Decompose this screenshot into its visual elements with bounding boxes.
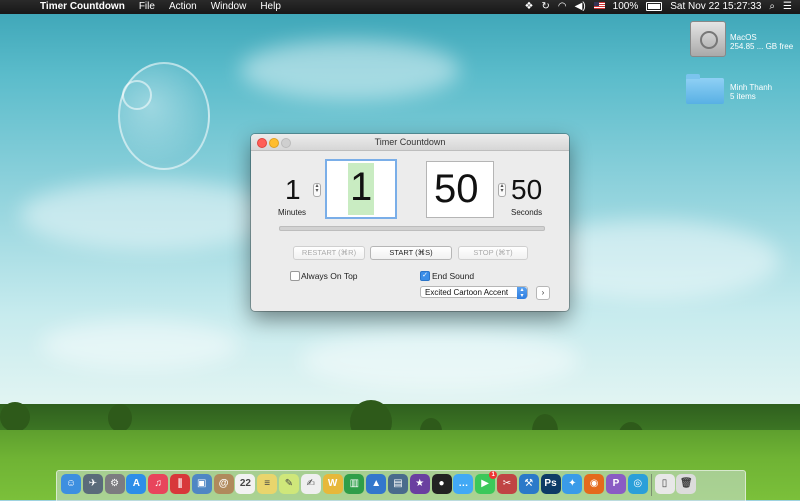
wifi-icon[interactable]: ◠	[558, 0, 567, 14]
contacts-icon[interactable]: @	[213, 474, 234, 494]
firefox-icon[interactable]: ◉	[584, 474, 605, 494]
menu-bar: Timer Countdown File Action Window Help …	[0, 0, 800, 14]
menu-window[interactable]: Window	[211, 0, 247, 14]
messages-icon[interactable]: …	[453, 474, 474, 494]
play-sound-button[interactable]: ›	[536, 286, 550, 300]
menu-app-name[interactable]: Timer Countdown	[40, 0, 125, 14]
minimize-window-button[interactable]	[269, 138, 279, 148]
dropbox-icon[interactable]: ❖	[525, 0, 534, 14]
podcast-icon[interactable]: P	[605, 474, 626, 494]
close-window-button[interactable]	[257, 138, 267, 148]
calendar-icon[interactable]: 22	[235, 474, 256, 494]
facetime-icon[interactable]: ▶ 1	[475, 471, 498, 494]
system-preferences-icon[interactable]: ⚙	[104, 474, 125, 494]
menu-file[interactable]: File	[139, 0, 155, 14]
sync-icon[interactable]: ↻	[542, 0, 550, 14]
preview-icon[interactable]: ▣	[191, 474, 212, 494]
dock: ☺ ✈ ⚙ A ♫ ∥ ▣ @22 ≡ ✎ ✍ W ▥ ▲ ▤ ★ ●… ▶ 1 ✂ ⚒ Ps ✦ ◉ P ◎ ▯ 🗑	[56, 470, 746, 501]
launchpad-icon[interactable]: ✈	[82, 474, 103, 494]
dvd-player-icon[interactable]: ●	[431, 474, 452, 494]
end-sound-label: End Sound	[432, 271, 475, 281]
imovie-icon[interactable]: ★	[409, 474, 430, 494]
tool-icon[interactable]: ✂	[496, 474, 517, 494]
numbers-icon[interactable]: ▥	[344, 474, 365, 494]
drive-label: MacOS 254.85 ... GB free	[730, 33, 794, 51]
window-title: Timer Countdown	[374, 137, 446, 147]
volume-icon[interactable]: ◀)	[575, 0, 586, 14]
screen-icon[interactable]: ▤	[387, 474, 408, 494]
hard-drive-icon[interactable]	[690, 21, 726, 57]
battery-icon[interactable]	[646, 0, 663, 14]
input-source-flag-icon[interactable]	[593, 0, 605, 14]
menu-help[interactable]: Help	[260, 0, 281, 14]
notification-center-icon[interactable]: ☰	[783, 0, 792, 14]
minutes-input-value: 1	[350, 165, 373, 209]
xcode-icon[interactable]: ⚒	[518, 474, 539, 494]
dock-separator	[650, 474, 652, 496]
seconds-input[interactable]: 50	[426, 161, 494, 218]
countdown-progress-bar	[279, 226, 545, 231]
zoom-window-button[interactable]	[281, 138, 291, 148]
minutes-input[interactable]: 1	[325, 159, 397, 219]
notification-badge: 1	[489, 471, 498, 479]
spotlight-icon[interactable]: ⌕	[769, 0, 775, 14]
seconds-stepper[interactable]: ▴ ▾	[498, 183, 506, 197]
sound-select-value: Excited Cartoon Accent	[425, 288, 509, 297]
seconds-input-value: 50	[434, 167, 479, 211]
trash-icon[interactable]: 🗑	[676, 474, 697, 494]
always-on-top-checkbox[interactable]	[290, 271, 300, 281]
current-minutes-display: 1	[285, 174, 301, 205]
wunderlist-icon[interactable]: W	[322, 474, 343, 494]
stop-button[interactable]: STOP (⌘T)	[458, 246, 528, 260]
itunes-icon[interactable]: ♫	[148, 474, 169, 494]
start-button[interactable]: START (⌘S)	[370, 246, 452, 260]
document-icon[interactable]: ▯	[654, 474, 675, 494]
restart-button[interactable]: RESTART (⌘R)	[293, 246, 365, 260]
minutes-label: Minutes	[278, 208, 307, 217]
parallels-icon[interactable]: ∥	[169, 474, 190, 494]
window-titlebar[interactable]: Timer Countdown	[251, 134, 569, 151]
menu-action[interactable]: Action	[169, 0, 197, 14]
stickies-icon[interactable]: ✎	[278, 474, 299, 494]
always-on-top-label: Always On Top	[301, 271, 358, 281]
keynote-icon[interactable]: ▲	[366, 474, 387, 494]
minutes-stepper[interactable]: ▴ ▾	[313, 183, 321, 197]
instastats-icon[interactable]: ◎	[627, 474, 648, 494]
notes-icon[interactable]: ≡	[257, 474, 278, 494]
photoshop-icon[interactable]: Ps	[540, 474, 561, 494]
sound-select[interactable]: Excited Cartoon Accent ▴ ▾	[420, 286, 528, 299]
app-store-icon[interactable]: A	[126, 474, 147, 494]
updown-arrows-icon: ▴ ▾	[517, 287, 527, 299]
folder-label: Minh Thanh 5 items	[730, 83, 773, 101]
end-sound-checkbox[interactable]: ✓	[420, 271, 430, 281]
folder-icon[interactable]	[686, 74, 724, 104]
seconds-label: Seconds	[511, 208, 543, 217]
textedit-icon[interactable]: ✍	[300, 474, 321, 494]
timer-countdown-window: Timer Countdown 1 ▴ ▾ Minutes 1 50 ▴ ▾ 50 …	[251, 134, 569, 311]
finder-icon[interactable]: ☺	[61, 474, 81, 494]
safari-icon[interactable]: ✦	[562, 474, 583, 494]
current-seconds-display: 50	[511, 174, 543, 205]
clock[interactable]: Sat Nov 22 15:27:33	[670, 0, 761, 14]
battery-percent[interactable]: 100%	[613, 0, 639, 14]
